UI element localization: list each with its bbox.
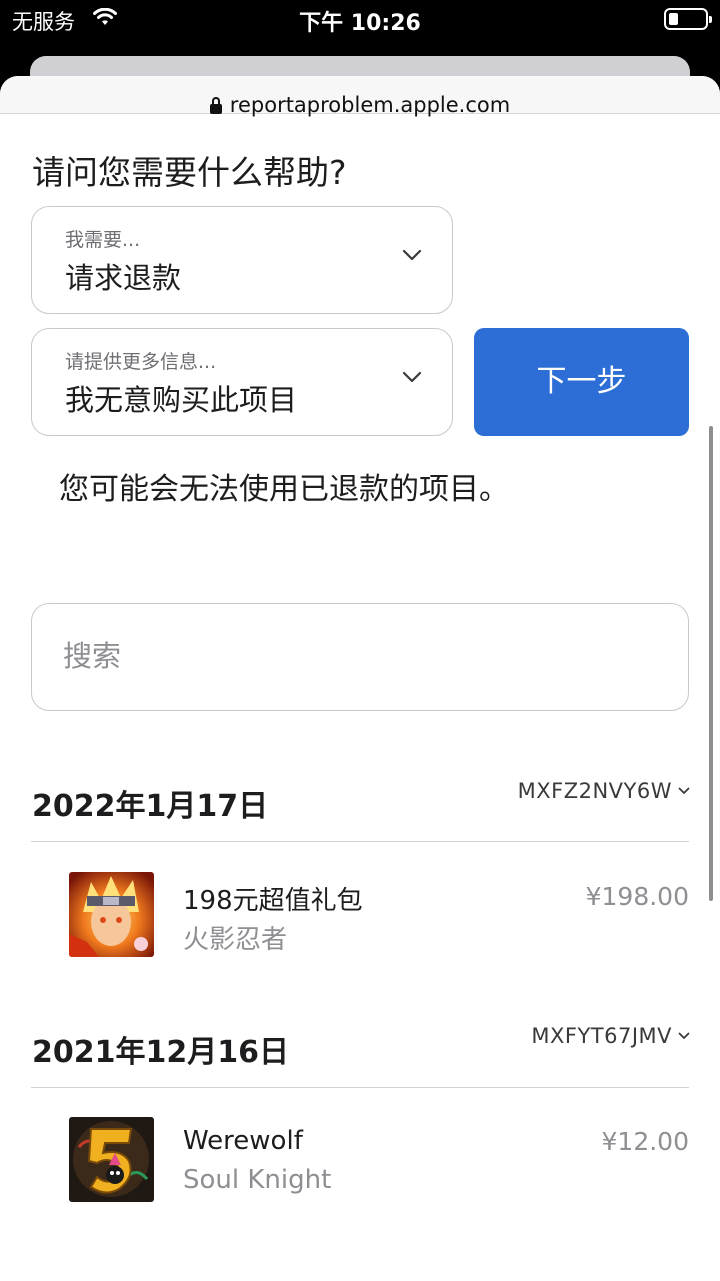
divider: [31, 841, 689, 842]
item-title: Werewolf: [183, 1126, 303, 1156]
app-thumbnail-soul-knight: [69, 1117, 154, 1202]
info-select-label: 请提供更多信息...: [65, 351, 217, 373]
chevron-down-icon: [678, 787, 690, 794]
item-title: 198元超值礼包: [183, 886, 363, 916]
url-display[interactable]: reportaproblem.apple.com: [0, 93, 720, 117]
item-price: ¥198.00: [585, 882, 689, 911]
order-id-text: MXFYT67JMV: [531, 1024, 672, 1048]
order-date: 2022年1月17日: [32, 789, 269, 824]
app-thumbnail-naruto: [69, 872, 154, 957]
need-select-value: 请求退款: [65, 261, 182, 295]
info-select[interactable]: 请提供更多信息... 我无意购买此项目: [31, 328, 453, 436]
next-button[interactable]: 下一步: [474, 328, 689, 436]
item-app-name: Soul Knight: [183, 1165, 332, 1195]
status-bar: 无服务 下午 10:26: [0, 0, 720, 40]
order-id-toggle[interactable]: MXFZ2NVY6W: [518, 779, 690, 803]
browser-sheet: reportaproblem.apple.com 请问您需要什么帮助? 我需要.…: [0, 76, 720, 1281]
refund-notice: 您可能会无法使用已退款的项目。: [59, 472, 509, 507]
chevron-down-icon: [402, 249, 422, 261]
lock-icon: [209, 97, 222, 114]
search-input[interactable]: [63, 604, 653, 708]
info-select-value: 我无意购买此项目: [65, 383, 298, 417]
need-select[interactable]: 我需要... 请求退款: [31, 206, 453, 314]
divider: [31, 1087, 689, 1088]
item-app-name: 火影忍者: [183, 925, 288, 955]
battery-icon: [664, 8, 712, 30]
url-text: reportaproblem.apple.com: [229, 93, 511, 117]
order-date: 2021年12月16日: [32, 1035, 289, 1070]
chevron-down-icon: [678, 1032, 690, 1039]
order-id-text: MXFZ2NVY6W: [517, 779, 672, 803]
scroll-indicator: [709, 426, 713, 901]
search-box[interactable]: [31, 603, 689, 711]
clock: 下午 10:26: [299, 11, 421, 36]
order-id-toggle[interactable]: MXFYT67JMV: [531, 1024, 690, 1048]
item-price: ¥12.00: [601, 1127, 689, 1156]
address-bar[interactable]: reportaproblem.apple.com: [0, 76, 720, 117]
chevron-down-icon: [402, 371, 422, 383]
page-title: 请问您需要什么帮助?: [32, 153, 347, 192]
need-select-label: 我需要...: [65, 229, 141, 251]
